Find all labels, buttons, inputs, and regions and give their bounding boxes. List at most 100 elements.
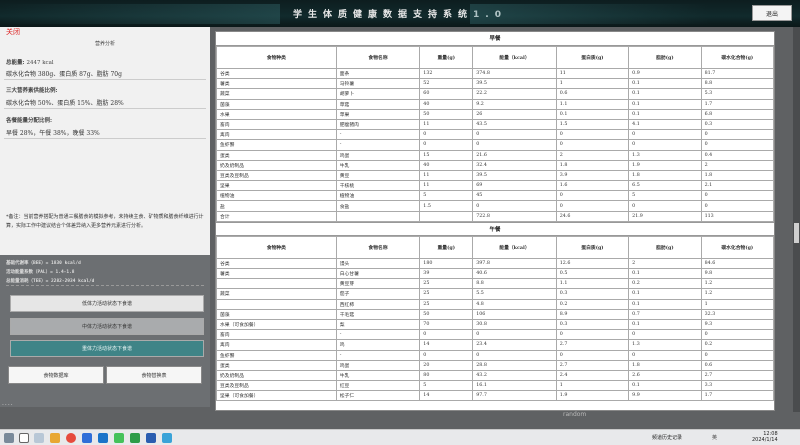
table-cell: 0 bbox=[700, 129, 774, 141]
table-cell: 草菇 bbox=[335, 98, 421, 110]
table-cell: 5 bbox=[419, 380, 474, 392]
table-cell: 50 bbox=[419, 308, 474, 320]
table-cell: 蛋类 bbox=[216, 149, 337, 161]
table-cell bbox=[419, 210, 474, 222]
table-row: 豆类及豆制品 红豆 5 16.1 1 0.1 3.3 bbox=[216, 380, 774, 392]
table-cell: 0 bbox=[419, 129, 474, 141]
food-swap-button[interactable]: 食物替换表 bbox=[106, 366, 202, 384]
table-cell: 0.6 bbox=[700, 359, 774, 371]
table-cell: 0.1 bbox=[555, 108, 630, 120]
table-cell: 2 bbox=[628, 257, 702, 270]
input-method-indicator[interactable]: 英 bbox=[712, 434, 717, 441]
excel-icon[interactable] bbox=[130, 433, 140, 443]
table-cell: 25 bbox=[419, 278, 474, 290]
table-cell: 9.3 bbox=[700, 318, 774, 331]
column-header: 能量（kcal） bbox=[472, 235, 557, 259]
table-header-row: 食物种类 食物名称 重量(g) 能量（kcal） 蛋白质(g) 脂肪(g) 碳水化合物(g) bbox=[216, 235, 774, 259]
table-cell: 2 bbox=[700, 159, 774, 171]
vertical-scrollbar[interactable] bbox=[793, 27, 800, 412]
table-cell: 12.6 bbox=[555, 257, 630, 270]
word-icon[interactable] bbox=[146, 433, 156, 443]
table-cell: 374.8 bbox=[472, 67, 557, 80]
pal-line: 活动能量系数（PAL）= 1.4-1.8 bbox=[6, 270, 75, 275]
table-cell: 0 bbox=[472, 349, 557, 361]
table-cell: 43.5 bbox=[472, 118, 557, 131]
table-cell: 11 bbox=[419, 180, 474, 192]
app-icon[interactable] bbox=[82, 433, 92, 443]
high-activity-button[interactable]: 重体力活动状态下食谱 bbox=[10, 340, 204, 357]
table-row: 蛋类 鸡蛋 20 28.8 2.7 1.8 0.6 bbox=[216, 359, 774, 371]
table-row: 畜肉 -0 0 0 0 0 bbox=[216, 329, 774, 341]
windows-start-icon[interactable] bbox=[4, 433, 14, 443]
table-cell: 52 bbox=[419, 78, 474, 90]
low-activity-button[interactable]: 低体力活动状态下食谱 bbox=[10, 295, 204, 312]
table-cell: 畜肉 bbox=[216, 329, 337, 341]
table-cell: 2.7 bbox=[700, 369, 774, 382]
table-cell: 45 bbox=[472, 190, 557, 202]
scrollbar-thumb[interactable] bbox=[794, 223, 799, 243]
table-cell: 鱼虾蟹 bbox=[216, 349, 337, 361]
table-cell: 0 bbox=[700, 349, 774, 361]
app-header: 学生体质健康数据支持系统1.0 退出 bbox=[0, 0, 800, 27]
table-cell: 0 bbox=[472, 139, 557, 151]
table-cell: 113 bbox=[700, 210, 774, 222]
table-cell: 30.8 bbox=[472, 318, 557, 331]
table-cell: 1.3 bbox=[628, 339, 702, 351]
table-row: 菌藻 草菇 40 9.2 1.1 0.1 1.7 bbox=[216, 98, 774, 110]
divider bbox=[4, 138, 206, 139]
file-explorer-icon[interactable] bbox=[50, 433, 60, 443]
table-cell: 40 bbox=[419, 159, 474, 171]
table-row: 鱼虾蟹 -0 0 0 0 0 bbox=[216, 139, 774, 151]
table-cell: 6.5 bbox=[628, 180, 702, 192]
table-cell: 干毛菇 bbox=[335, 308, 421, 320]
table-cell: 0.4 bbox=[700, 149, 774, 161]
table-cell: 22.2 bbox=[472, 88, 557, 100]
food-database-button[interactable]: 食物数据库 bbox=[8, 366, 104, 384]
table-cell: 蔬菜 bbox=[216, 288, 337, 300]
mid-activity-button[interactable]: 中体力活动状态下食谱 bbox=[10, 318, 204, 335]
table-cell: 1.1 bbox=[555, 278, 630, 290]
table-cell: - bbox=[335, 139, 421, 151]
vscode-icon[interactable] bbox=[98, 433, 108, 443]
table-cell: 106 bbox=[472, 308, 557, 320]
column-header: 脂肪(g) bbox=[628, 46, 702, 69]
table-row: 豆类及豆制品 黄豆 11 39.5 3.9 1.8 1.8 bbox=[216, 169, 774, 182]
table-cell: 干核桃 bbox=[335, 180, 421, 192]
table-cell: 397.8 bbox=[472, 257, 557, 270]
taskbar-news[interactable]: 频道历史记录 bbox=[652, 434, 682, 441]
table-cell: 14 bbox=[419, 390, 474, 402]
table-cell: 0 bbox=[472, 129, 557, 141]
table-cell: 1.5 bbox=[555, 118, 630, 131]
table-cell: 2 bbox=[555, 149, 630, 161]
table-cell: 14 bbox=[419, 339, 474, 351]
ellipsis-icon: ···· bbox=[2, 402, 14, 409]
table-cell: 禽肉 bbox=[216, 339, 337, 351]
browser-icon[interactable] bbox=[162, 433, 172, 443]
meal-ratio-line: 早餐 28%，午餐 38%，晚餐 33% bbox=[6, 130, 100, 137]
total-energy-value: 2447 kcal bbox=[26, 60, 54, 66]
table-cell: 0.1 bbox=[628, 267, 702, 280]
column-header: 食物名称 bbox=[335, 235, 421, 259]
search-icon[interactable] bbox=[19, 433, 29, 443]
task-view-icon[interactable] bbox=[34, 433, 44, 443]
table-cell: 60 bbox=[419, 88, 474, 100]
table-cell: 1 bbox=[700, 298, 774, 310]
bee-line: 基础代谢率（BEE）= 1830 kcal/d bbox=[6, 261, 81, 266]
table-cell: 鸡蛋 bbox=[335, 359, 421, 371]
exit-button[interactable]: 退出 bbox=[752, 5, 792, 21]
wechat-icon[interactable] bbox=[114, 433, 124, 443]
table-cell: 茄子 bbox=[335, 288, 421, 300]
table-cell: 39 bbox=[419, 267, 474, 280]
table-cell: 菌藻 bbox=[216, 308, 337, 320]
table-row: 盐食盐 1.5 0 0 0 0 bbox=[216, 200, 774, 212]
column-header: 食物种类 bbox=[216, 235, 337, 259]
taskbar-clock[interactable]: 12:08 2024/1/14 bbox=[752, 431, 778, 443]
divider bbox=[4, 108, 206, 109]
close-link[interactable]: 关闭 bbox=[6, 27, 20, 37]
table-cell: 0 bbox=[555, 129, 630, 141]
chrome-icon[interactable] bbox=[66, 433, 76, 443]
table-cell: 白心甘薯 bbox=[335, 267, 421, 280]
table-cell: 2.1 bbox=[700, 180, 774, 192]
table-cell: 禽肉 bbox=[216, 129, 337, 141]
table-cell: - bbox=[335, 129, 421, 141]
